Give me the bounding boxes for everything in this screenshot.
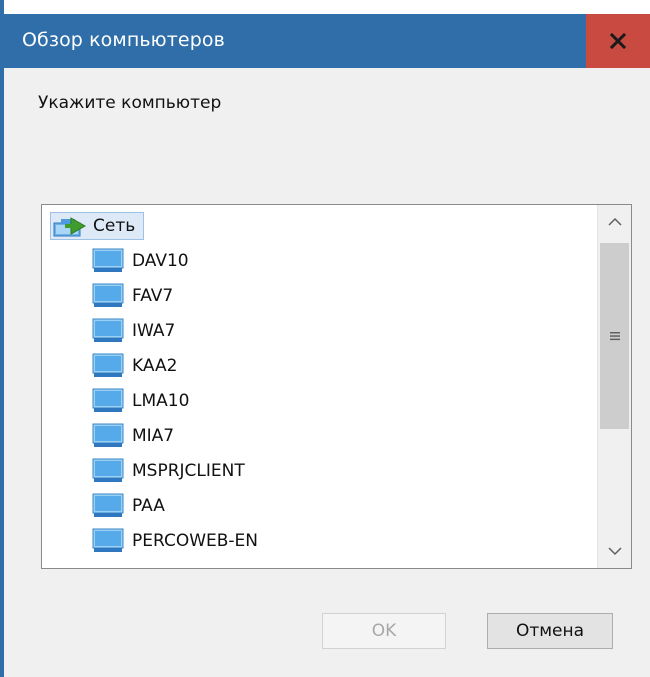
chevron-up-icon	[607, 217, 622, 226]
chevron-down-icon	[607, 547, 622, 556]
computer-icon	[92, 283, 124, 307]
computer-icon	[92, 318, 124, 342]
tree-item-label: DAV10	[132, 251, 189, 271]
tree-item[interactable]: LMA10	[92, 387, 189, 415]
grip-icon	[609, 332, 620, 341]
tree-item-label: PAA	[132, 496, 165, 516]
tree-item[interactable]: DAV10	[92, 247, 189, 275]
window-top-edge	[4, 0, 650, 14]
tree-item[interactable]: IWA7	[92, 317, 175, 345]
tree-item[interactable]: PAA	[92, 492, 165, 520]
tree-item[interactable]: PERCOWEB-EN	[92, 527, 258, 555]
browse-computers-dialog: Обзор компьютеров Укажите компьютер Сеть	[0, 0, 650, 677]
title-bar[interactable]: Обзор компьютеров	[4, 14, 650, 68]
tree-root-label: Сеть	[93, 216, 136, 236]
ok-button[interactable]: OK	[322, 613, 446, 649]
tree-item-label: MIA7	[132, 426, 175, 446]
computer-icon	[92, 353, 124, 377]
computer-icon	[92, 528, 124, 552]
close-icon	[610, 33, 626, 49]
tree-item[interactable]: KAA2	[92, 352, 177, 380]
tree-item-label: MSPRJCLIENT	[132, 461, 245, 481]
network-icon	[53, 217, 87, 237]
tree-item[interactable]: FAV7	[92, 282, 173, 310]
computer-icon	[92, 458, 124, 482]
computer-icon	[92, 388, 124, 412]
computer-icon	[92, 423, 124, 447]
computer-icon	[92, 493, 124, 517]
tree-item-label: LMA10	[132, 391, 190, 411]
tree-item-label: PERCOWEB-EN	[132, 531, 259, 551]
tree-content: Сеть DAV10 FAV7 IWA7 KAA2 LMA10 MIA7 MSP…	[42, 205, 597, 568]
scroll-up-button[interactable]	[598, 205, 631, 239]
scroll-down-button[interactable]	[598, 534, 631, 568]
cancel-button[interactable]: Отмена	[487, 613, 613, 649]
window-title: Обзор компьютеров	[22, 29, 225, 51]
tree-item[interactable]: MIA7	[92, 422, 174, 450]
computer-tree[interactable]: Сеть DAV10 FAV7 IWA7 KAA2 LMA10 MIA7 MSP…	[41, 204, 632, 569]
select-computer-prompt: Укажите компьютер	[38, 93, 222, 113]
computer-icon	[92, 248, 124, 272]
scroll-thumb[interactable]	[600, 243, 629, 429]
close-button[interactable]	[586, 14, 650, 68]
tree-item-label: KAA2	[132, 356, 178, 376]
tree-item-label: FAV7	[132, 286, 174, 306]
vertical-scrollbar[interactable]	[597, 205, 631, 568]
tree-item-label: IWA7	[132, 321, 176, 341]
tree-item[interactable]: MSPRJCLIENT	[92, 457, 245, 485]
tree-root-network[interactable]: Сеть	[50, 212, 145, 240]
